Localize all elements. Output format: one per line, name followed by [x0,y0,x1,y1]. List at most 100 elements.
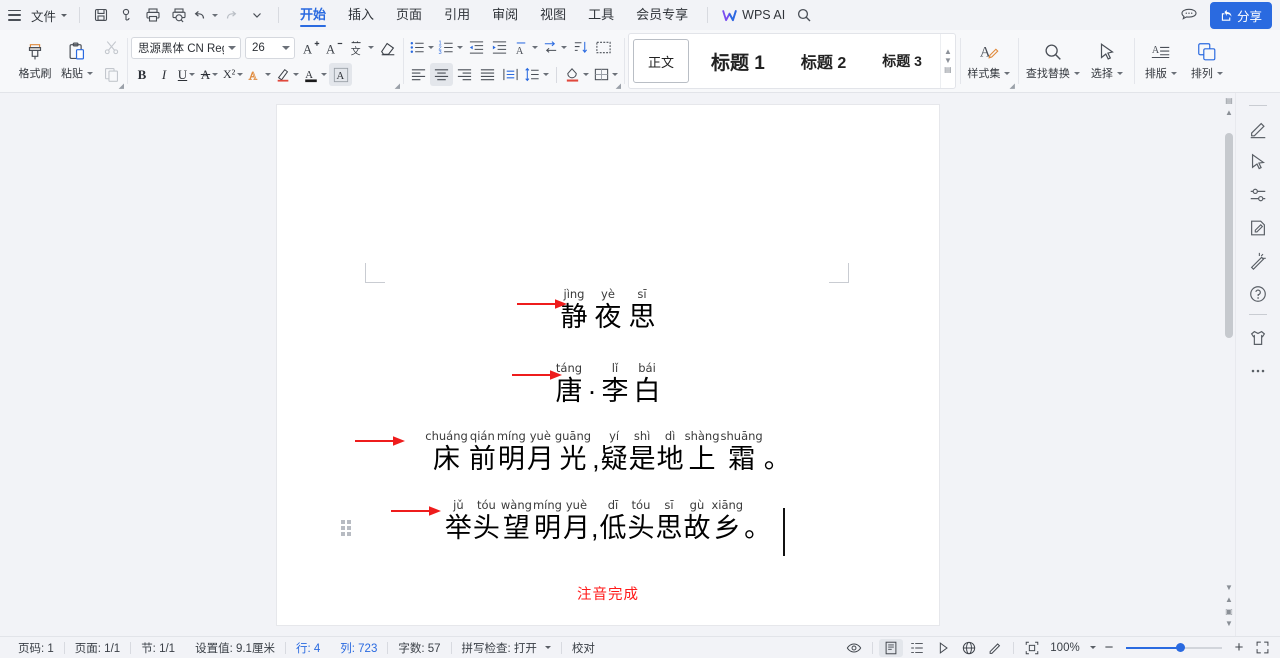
style-heading-2[interactable]: 标题 2 [787,39,860,83]
undo-icon[interactable] [192,4,219,26]
scroll-up-icon[interactable]: ▲ [944,48,952,56]
reading-view-icon[interactable] [931,639,955,657]
wps-ai-button[interactable]: WPS AI [716,8,791,22]
document-line-verse-2[interactable]: jǔ 举 tóu 头 wàng 望 míng 明 yuè 月 , dī 低 tóu 头 sī 思… [277,499,939,544]
zoom-slider-knob[interactable] [1176,643,1185,652]
clipboard-dialog-launcher[interactable]: ◢ [119,83,124,90]
styleset-dialog-launcher[interactable]: ◢ [1010,83,1015,90]
grow-font-button[interactable]: A [300,36,323,59]
show-marks-button[interactable] [592,36,615,59]
redo-icon[interactable] [218,4,244,26]
clear-format-button[interactable] [376,36,399,59]
cut-button[interactable] [100,36,123,59]
pen-write-icon[interactable] [983,639,1007,657]
fullscreen-focus-icon[interactable] [1020,639,1044,657]
sort-button[interactable] [569,36,592,59]
font-color-button[interactable]: A [301,63,329,86]
find-replace-button[interactable]: 查找替换 [1022,32,1084,90]
status-row[interactable]: 行: 4 [286,640,330,656]
bullets-button[interactable] [407,36,436,59]
share-button[interactable]: 分享 [1209,1,1272,29]
style-body[interactable]: 正文 [633,39,690,83]
vertical-scroll-thumb[interactable] [1225,133,1233,338]
tab-review[interactable]: 审阅 [481,0,529,30]
settings-sliders-icon[interactable] [1243,178,1273,211]
status-page-count[interactable]: 页面: 1/1 [65,640,130,656]
help-circle-icon[interactable] [1243,277,1273,310]
pen-edit-icon[interactable] [1243,112,1273,145]
outline-view-icon[interactable] [905,639,929,657]
select-browse-object-button[interactable]: ▣ [1224,606,1234,616]
skin-icon[interactable] [1243,321,1273,354]
typeset-button[interactable]: A 排版 [1138,32,1184,90]
bold-button[interactable]: B [131,63,153,86]
tab-view[interactable]: 视图 [529,0,577,30]
highlight-button[interactable] [273,63,301,86]
document-pen-icon[interactable] [1243,211,1273,244]
tab-tools[interactable]: 工具 [577,0,625,30]
tab-page[interactable]: 页面 [385,0,433,30]
zoom-slider[interactable] [1126,641,1222,655]
underline-button[interactable]: U [175,63,198,86]
document-line-author[interactable]: táng 唐 · lǐ 李 bái 白 [277,362,939,407]
char-shading-button[interactable]: A [329,63,353,86]
style-heading-3[interactable]: 标题 3 [868,39,936,83]
page-layout-view-icon[interactable] [879,638,903,657]
zoom-out-button[interactable]: − [1100,640,1118,655]
style-heading-1[interactable]: 标题 1 [697,39,779,83]
strikethrough-button[interactable]: A [198,63,221,86]
zoom-in-button[interactable]: + [1230,640,1248,655]
comment-icon[interactable] [1176,4,1202,26]
align-left-button[interactable] [407,63,430,86]
superscript-button[interactable]: X² [221,63,245,86]
style-gallery-scroll[interactable]: ▲ ▼ ▤ [939,34,955,88]
scroll-down-icon[interactable]: ▼ [944,57,952,65]
align-justify-button[interactable] [476,63,499,86]
scroll-up-button[interactable]: ▲ [1224,107,1234,117]
previous-page-button[interactable]: ▼ [1224,582,1234,592]
status-page-number[interactable]: 页码: 1 [8,640,64,656]
line-spacing-button[interactable] [522,63,551,86]
status-section[interactable]: 节: 1/1 [131,640,185,656]
tab-start[interactable]: 开始 [289,0,337,30]
status-spell-check[interactable]: 拼写检查: 打开 [452,640,561,656]
paste-button[interactable]: 粘贴 [56,32,98,90]
vertical-scrollbar[interactable]: ▤ ▲ ▼ ▲ ▣ ▼ [1222,93,1235,636]
paragraph-drag-handle[interactable] [341,520,351,536]
web-view-icon[interactable] [957,639,981,657]
tab-insert[interactable]: 插入 [337,0,385,30]
numbering-button[interactable]: 123 [436,36,465,59]
distributed-align-button[interactable] [499,63,522,86]
expand-icon[interactable] [1250,639,1274,657]
scroll-down-button[interactable]: ▲ [1224,594,1234,604]
next-page-button[interactable]: ▼ [1224,618,1234,628]
cursor-icon[interactable] [1243,145,1273,178]
italic-button[interactable]: I [153,63,175,86]
scroll-split-icon[interactable]: ▤ [1224,95,1234,105]
select-button[interactable]: 选择 [1084,32,1130,90]
arrange-button[interactable]: 排列 [1184,32,1230,90]
align-right-button[interactable] [453,63,476,86]
print-preview-icon[interactable] [166,4,192,26]
pinyin-guide-button[interactable]: 文 [346,36,376,59]
document-page[interactable]: jìng 静 yè 夜 sī 思 táng 唐 · lǐ 李 bái 白 chu… [277,105,939,625]
text-direction-button[interactable] [540,36,569,59]
search-icon[interactable] [791,4,817,26]
magic-wand-icon[interactable] [1243,244,1273,277]
status-proofread[interactable]: 校对 [562,640,605,656]
zoom-level-selector[interactable]: 100% [1046,642,1098,654]
more-dots-icon[interactable] [1243,354,1273,387]
format-painter-button[interactable]: 格式刷 [14,32,56,90]
align-center-button[interactable] [430,63,453,86]
status-setting-value[interactable]: 设置值: 9.1厘米 [185,640,285,656]
document-line-title[interactable]: jìng 静 yè 夜 sī 思 [277,288,939,333]
print-icon[interactable] [140,4,166,26]
font-size-select[interactable]: 26 [245,36,295,59]
font-dialog-launcher[interactable]: ◢ [395,83,400,90]
hamburger-icon[interactable] [8,9,21,21]
font-family-select[interactable]: 思源黑体 CN Regu [131,36,241,59]
shrink-font-button[interactable]: A [323,36,346,59]
shading-button[interactable] [562,63,591,86]
cloud-sync-icon[interactable] [114,4,140,26]
decrease-indent-button[interactable] [465,36,488,59]
